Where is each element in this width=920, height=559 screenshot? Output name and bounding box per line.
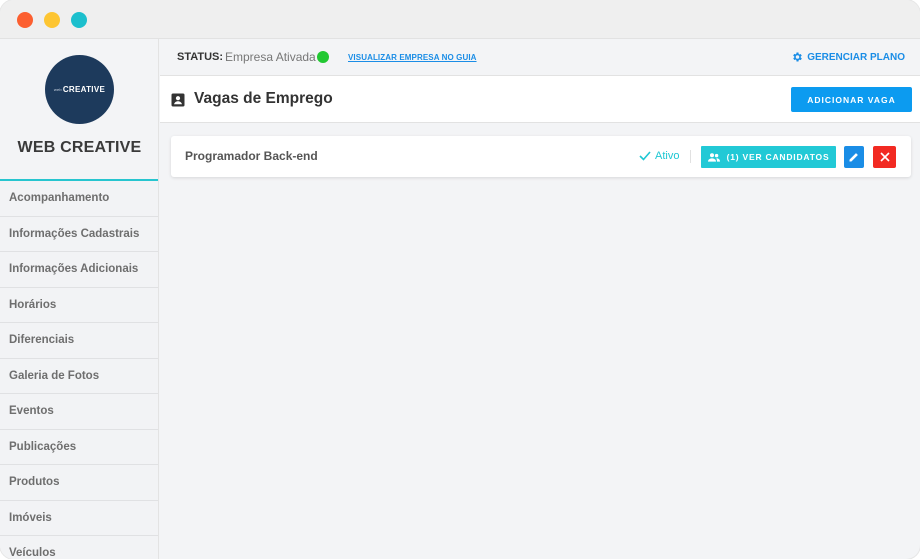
users-icon xyxy=(707,152,720,162)
sidebar-item-imoveis[interactable]: Imóveis xyxy=(0,500,158,536)
sidebar-item-eventos[interactable]: Eventos xyxy=(0,394,158,430)
status-value: Empresa Ativada xyxy=(225,50,316,64)
close-window-button[interactable] xyxy=(17,12,33,28)
page-header: Vagas de Emprego ADICIONAR VAGA xyxy=(160,76,920,123)
company-brand: web CREATIVE WEB CREATIVE xyxy=(0,39,158,181)
close-icon xyxy=(879,152,890,162)
manage-plan-label: GERENCIAR PLANO xyxy=(807,51,905,63)
delete-job-button[interactable] xyxy=(873,146,896,168)
company-name: WEB CREATIVE xyxy=(17,139,142,156)
sidebar-item-produtos[interactable]: Produtos xyxy=(0,465,158,501)
sidebar: web CREATIVE WEB CREATIVE Acompanhamento… xyxy=(0,39,159,559)
job-title: Programador Back-end xyxy=(185,149,318,163)
sidebar-item-acompanhamento[interactable]: Acompanhamento xyxy=(0,181,158,217)
contact-card-icon xyxy=(171,93,185,107)
sidebar-item-diferenciais[interactable]: Diferenciais xyxy=(0,323,158,359)
gear-icon xyxy=(793,52,803,62)
logo-small-text: web xyxy=(53,87,62,92)
pencil-icon xyxy=(849,153,858,162)
window-titlebar xyxy=(0,0,920,39)
status-label: STATUS: xyxy=(177,51,224,63)
sidebar-item-horarios[interactable]: Horários xyxy=(0,287,158,323)
view-company-in-guide-link[interactable]: VISUALIZAR EMPRESA NO GUIA xyxy=(348,53,477,62)
minimize-window-button[interactable] xyxy=(44,12,60,28)
sidebar-item-veiculos[interactable]: Veículos xyxy=(0,536,158,559)
job-status: Ativo xyxy=(639,150,679,162)
sidebar-item-publicacoes[interactable]: Publicações xyxy=(0,429,158,465)
status-indicator-dot xyxy=(317,51,329,63)
checkmark-icon xyxy=(639,151,651,161)
view-candidates-label: (1) VER CANDIDATOS xyxy=(726,152,830,162)
sidebar-item-informacoes-adicionais[interactable]: Informações Adicionais xyxy=(0,252,158,288)
manage-plan-link[interactable]: GERENCIAR PLANO xyxy=(791,51,905,63)
status-bar: STATUS: Empresa Ativada VISUALIZAR EMPRE… xyxy=(160,39,920,76)
divider xyxy=(690,150,691,163)
add-job-button[interactable]: ADICIONAR VAGA xyxy=(791,87,912,112)
view-candidates-button[interactable]: (1) VER CANDIDATOS xyxy=(701,146,836,168)
edit-job-button[interactable] xyxy=(844,146,864,168)
job-status-label: Ativo xyxy=(655,150,680,162)
sidebar-menu: Acompanhamento Informações Cadastrais In… xyxy=(0,181,158,559)
logo-big-text: CREATIVE xyxy=(62,85,106,94)
job-row: Programador Back-end Ativo (1) VER CANDI… xyxy=(171,136,911,177)
maximize-window-button[interactable] xyxy=(71,12,87,28)
company-logo: web CREATIVE xyxy=(45,55,114,124)
sidebar-item-galeria-de-fotos[interactable]: Galeria de Fotos xyxy=(0,358,158,394)
sidebar-item-informacoes-cadastrais[interactable]: Informações Cadastrais xyxy=(0,216,158,252)
page-title: Vagas de Emprego xyxy=(194,90,333,107)
browser-window: web CREATIVE WEB CREATIVE Acompanhamento… xyxy=(0,0,920,559)
